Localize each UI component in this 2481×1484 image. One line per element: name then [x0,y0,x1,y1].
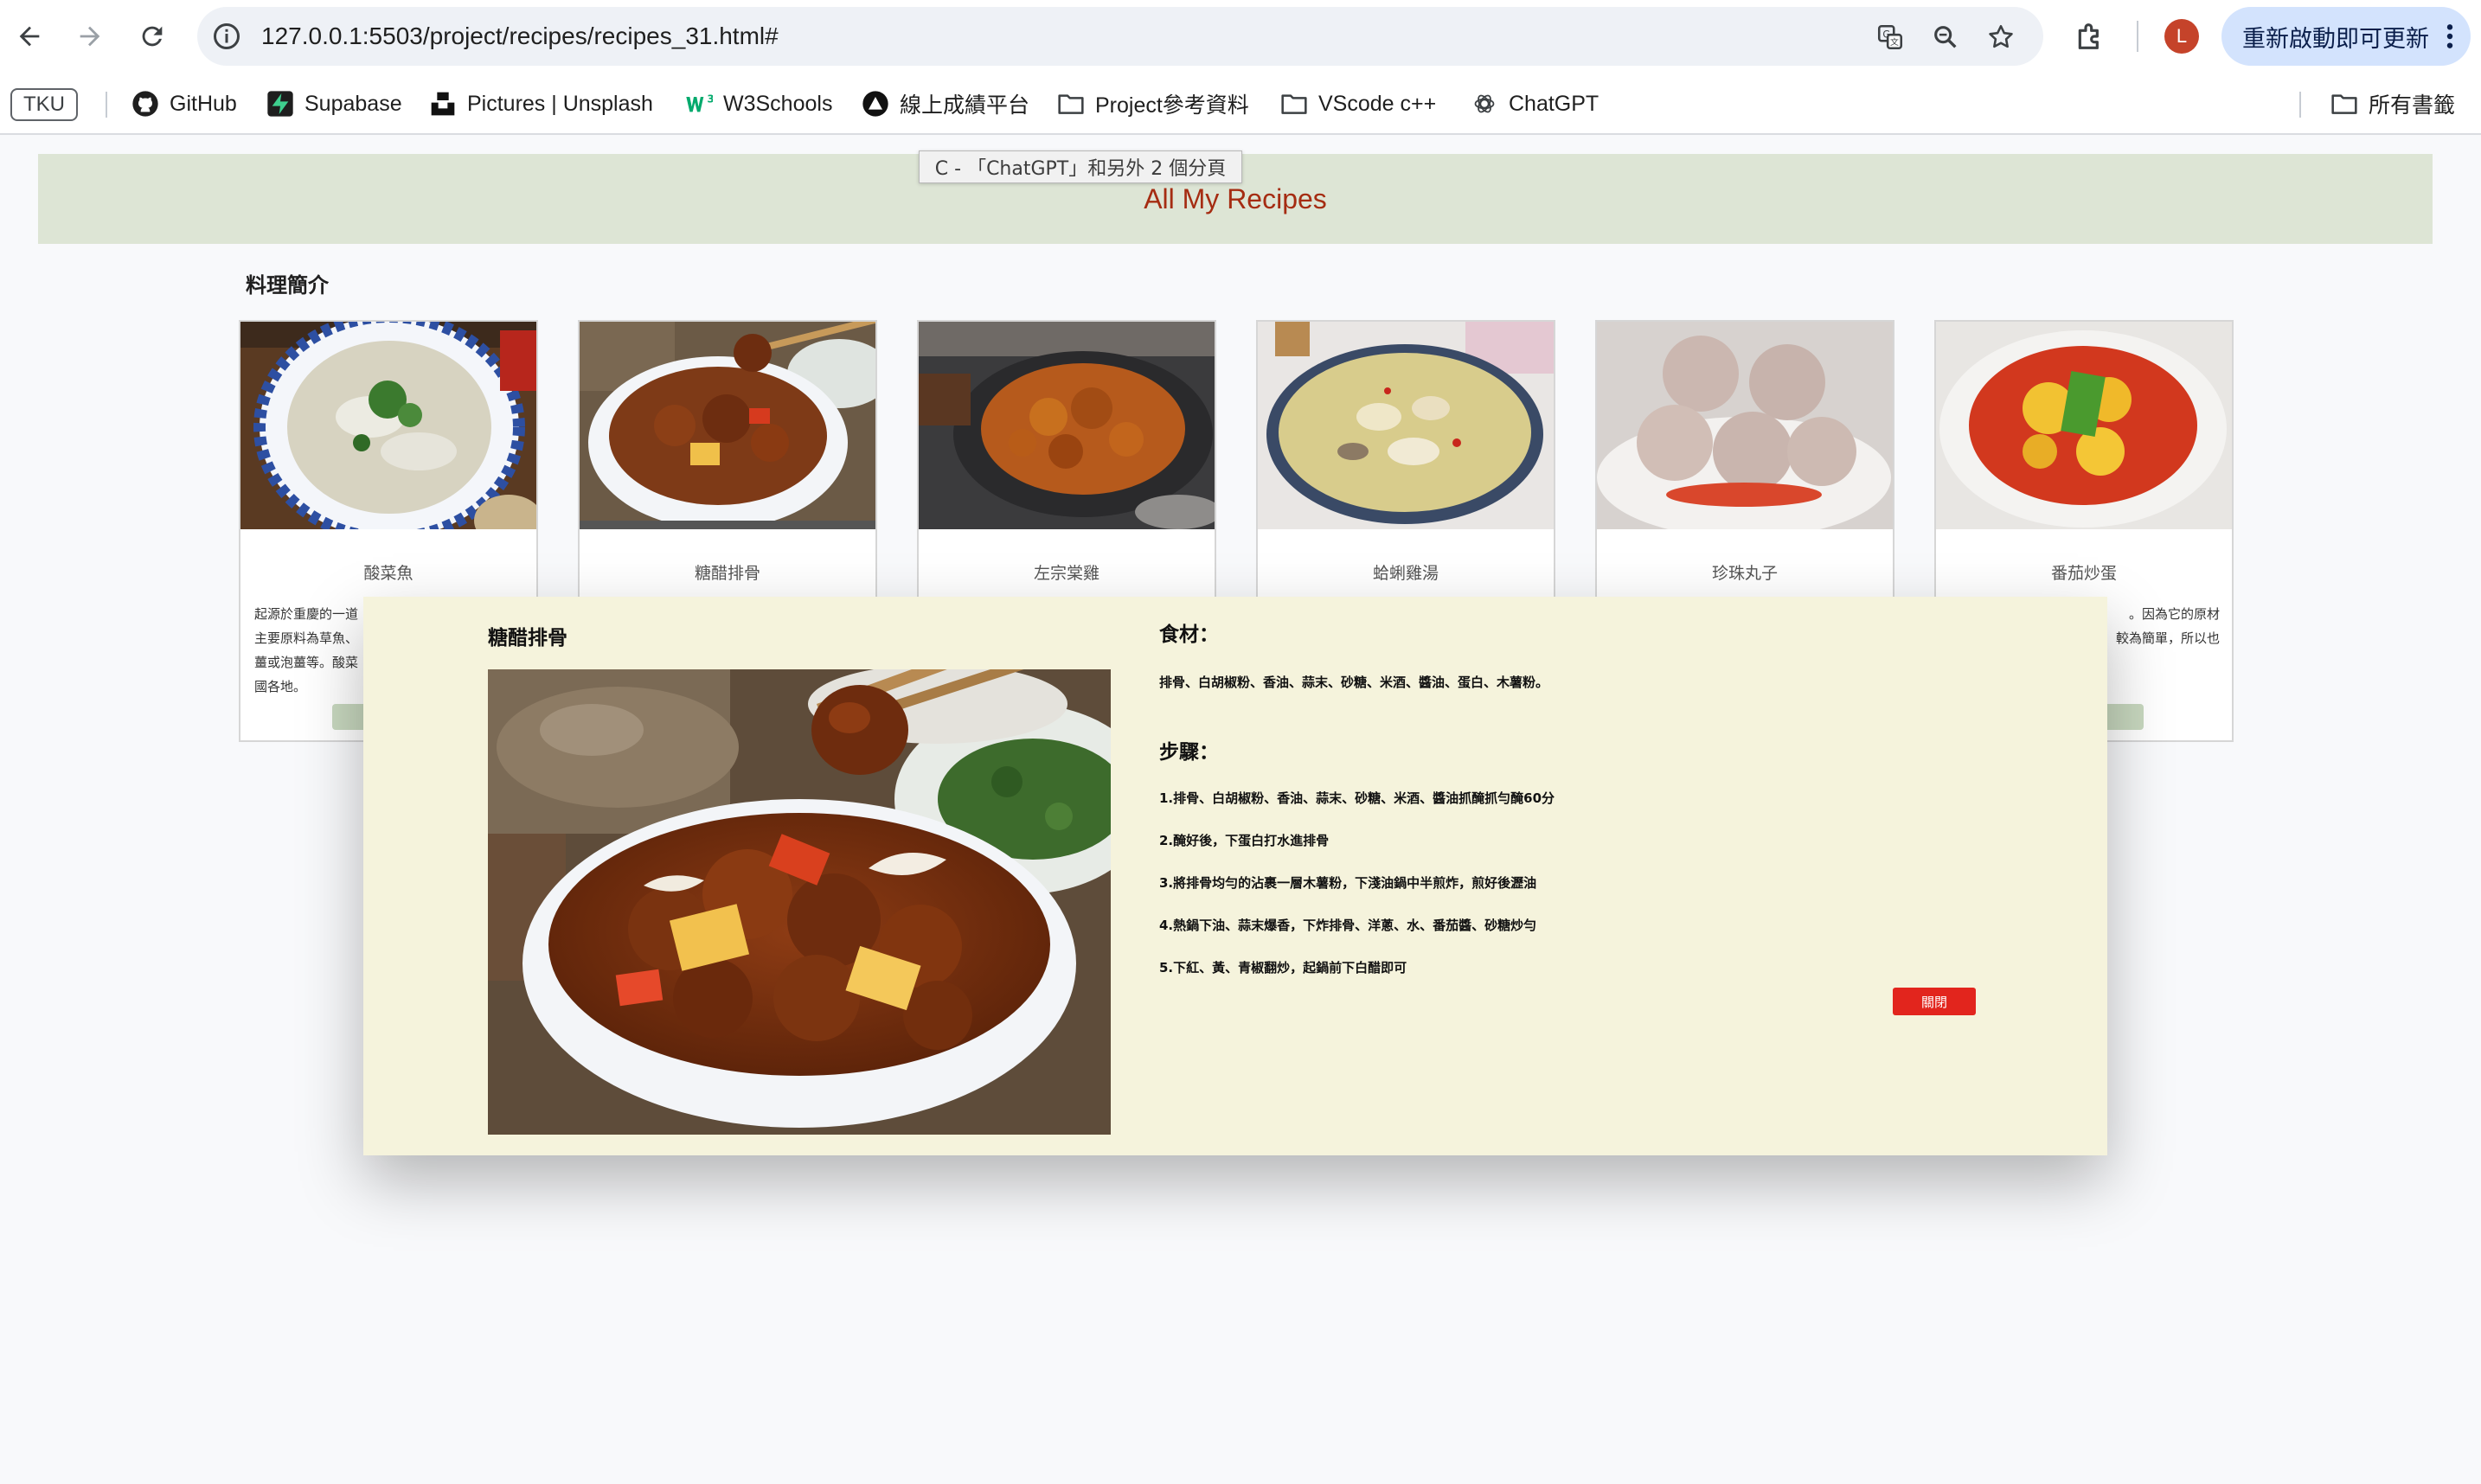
all-bookmarks-folder[interactable]: 所有書籤 [2330,73,2455,135]
browser-toolbar: 127.0.0.1:5503/project/recipes/recipes_3… [0,0,2481,73]
bookmark-tku[interactable]: TKU [10,88,78,121]
bookmarks-bar: GitHub Supabase Pictures | Unsplash 3 W3… [0,73,2481,135]
recipe-name: 番茄炒蛋 [2050,564,2117,583]
folder-icon [2330,90,2358,118]
recipe-photo-pearl-meatballs [1597,322,1893,529]
update-label: 重新啟動即可更新 [2242,25,2429,53]
bookmarks-divider [2299,92,2301,118]
bookmark-supabase[interactable]: Supabase [266,73,402,135]
site-info-icon[interactable] [211,21,242,52]
step-item: 3.將排骨均勻的沾裹一層木薯粉，下淺油鍋中半煎炸，煎好後瀝油 [1159,875,1537,891]
step-item: 2.醃好後，下蛋白打水進排骨 [1159,833,1330,848]
bookmark-w3schools[interactable]: 3 W3Schools [685,73,832,135]
svg-text:3: 3 [707,93,713,106]
recipe-name: 糖醋排骨 [694,564,760,583]
address-bar[interactable]: 127.0.0.1:5503/project/recipes/recipes_3… [197,7,2043,66]
grades-platform-icon [862,90,889,118]
forward-button[interactable] [69,16,111,57]
step-item: 4.熱鍋下油、蒜末爆香，下炸排骨、洋蔥、水、番茄醬、砂糖炒勻 [1159,918,1537,933]
bookmark-label: Supabase [305,91,402,116]
recipe-photo-tomato-egg [1936,322,2232,529]
unsplash-icon [429,90,457,118]
w3schools-icon: 3 [685,90,713,118]
recipe-photo-sweet-sour-ribs [580,322,875,529]
bookmark-unsplash[interactable]: Pictures | Unsplash [429,73,653,135]
bookmark-label: 所有書籤 [2369,93,2456,118]
tab-hover-tooltip: C - 「ChatGPT」和另外 2 個分頁 [919,150,1242,183]
profile-avatar[interactable]: L [2164,19,2199,54]
bookmark-label: W3Schools [723,91,833,116]
recipe-photo-general-tso-chicken [919,322,1215,529]
zoom-icon[interactable] [1931,22,1960,52]
reload-icon [142,26,163,47]
folder-icon [1280,90,1308,118]
github-icon [131,90,159,118]
update-button[interactable]: 重新啟動即可更新 [2221,7,2471,66]
chatgpt-icon [1471,90,1498,118]
bookmark-chatgpt[interactable]: ChatGPT [1471,73,1599,135]
recipe-name: 左宗棠雞 [1033,564,1099,583]
recipe-name: 珍珠丸子 [1711,564,1778,583]
svg-text:文: 文 [1890,36,1899,48]
page-title: All My Recipes [1144,183,1327,214]
steps-heading: 步驟： [1159,741,1219,764]
recipe-modal: 糖醋排骨 食材： 排骨、白胡椒粉、香油、蒜末、砂糖、米酒、醬油、蛋白、木薯粉。 … [363,597,2107,1155]
bookmark-folder-project[interactable]: Project參考資料 [1057,73,1249,135]
toolbar-divider [2137,21,2138,52]
section-title: 料理簡介 [246,273,329,297]
bookmark-folder-vscode[interactable]: VScode c++ [1280,73,1436,135]
forward-arrow-icon [80,26,100,47]
more-menu-icon[interactable] [2445,22,2455,50]
reload-button[interactable] [131,16,173,57]
bookmark-label: GitHub [170,91,237,116]
url-text[interactable]: 127.0.0.1:5503/project/recipes/recipes_3… [261,7,779,66]
recipe-photo-sour-fish [240,322,536,529]
translate-icon[interactable]: G文 [1875,22,1905,52]
close-button[interactable]: 關閉 [1893,988,1976,1015]
bookmark-github[interactable]: GitHub [131,73,237,135]
bookmark-label: ChatGPT [1509,91,1600,116]
bookmark-label: VScode c++ [1318,91,1437,116]
bookmark-label: Project參考資料 [1095,93,1249,118]
recipe-photo-clam-chicken-soup [1258,322,1554,529]
extensions-puzzle-icon[interactable] [2073,19,2107,54]
supabase-icon [266,90,294,118]
folder-icon [1057,90,1085,118]
ingredients-heading: 食材： [1159,624,1219,646]
bookmark-label: 線上成績平台 [900,93,1030,118]
step-item: 1.排骨、白胡椒粉、香油、蒜末、砂糖、米酒、醬油抓醃抓勻醃60分 [1159,790,1555,806]
bookmark-label: Pictures | Unsplash [467,91,653,116]
modal-recipe-photo [488,669,1111,1135]
recipe-name: 蛤蜊雞湯 [1372,564,1439,583]
recipe-name: 酸菜魚 [363,564,414,583]
step-item: 5.下紅、黃、青椒翻炒，起鍋前下白醋即可 [1159,960,1407,975]
bookmarks-divider [106,92,107,118]
ingredients-text: 排骨、白胡椒粉、香油、蒜末、砂糖、米酒、醬油、蛋白、木薯粉。 [1159,675,1549,690]
bookmark-star-icon[interactable] [1986,22,2016,52]
modal-title: 糖醋排骨 [488,627,567,649]
back-button[interactable] [9,16,50,57]
bookmark-grades[interactable]: 線上成績平台 [862,73,1029,135]
back-arrow-icon [19,26,40,47]
